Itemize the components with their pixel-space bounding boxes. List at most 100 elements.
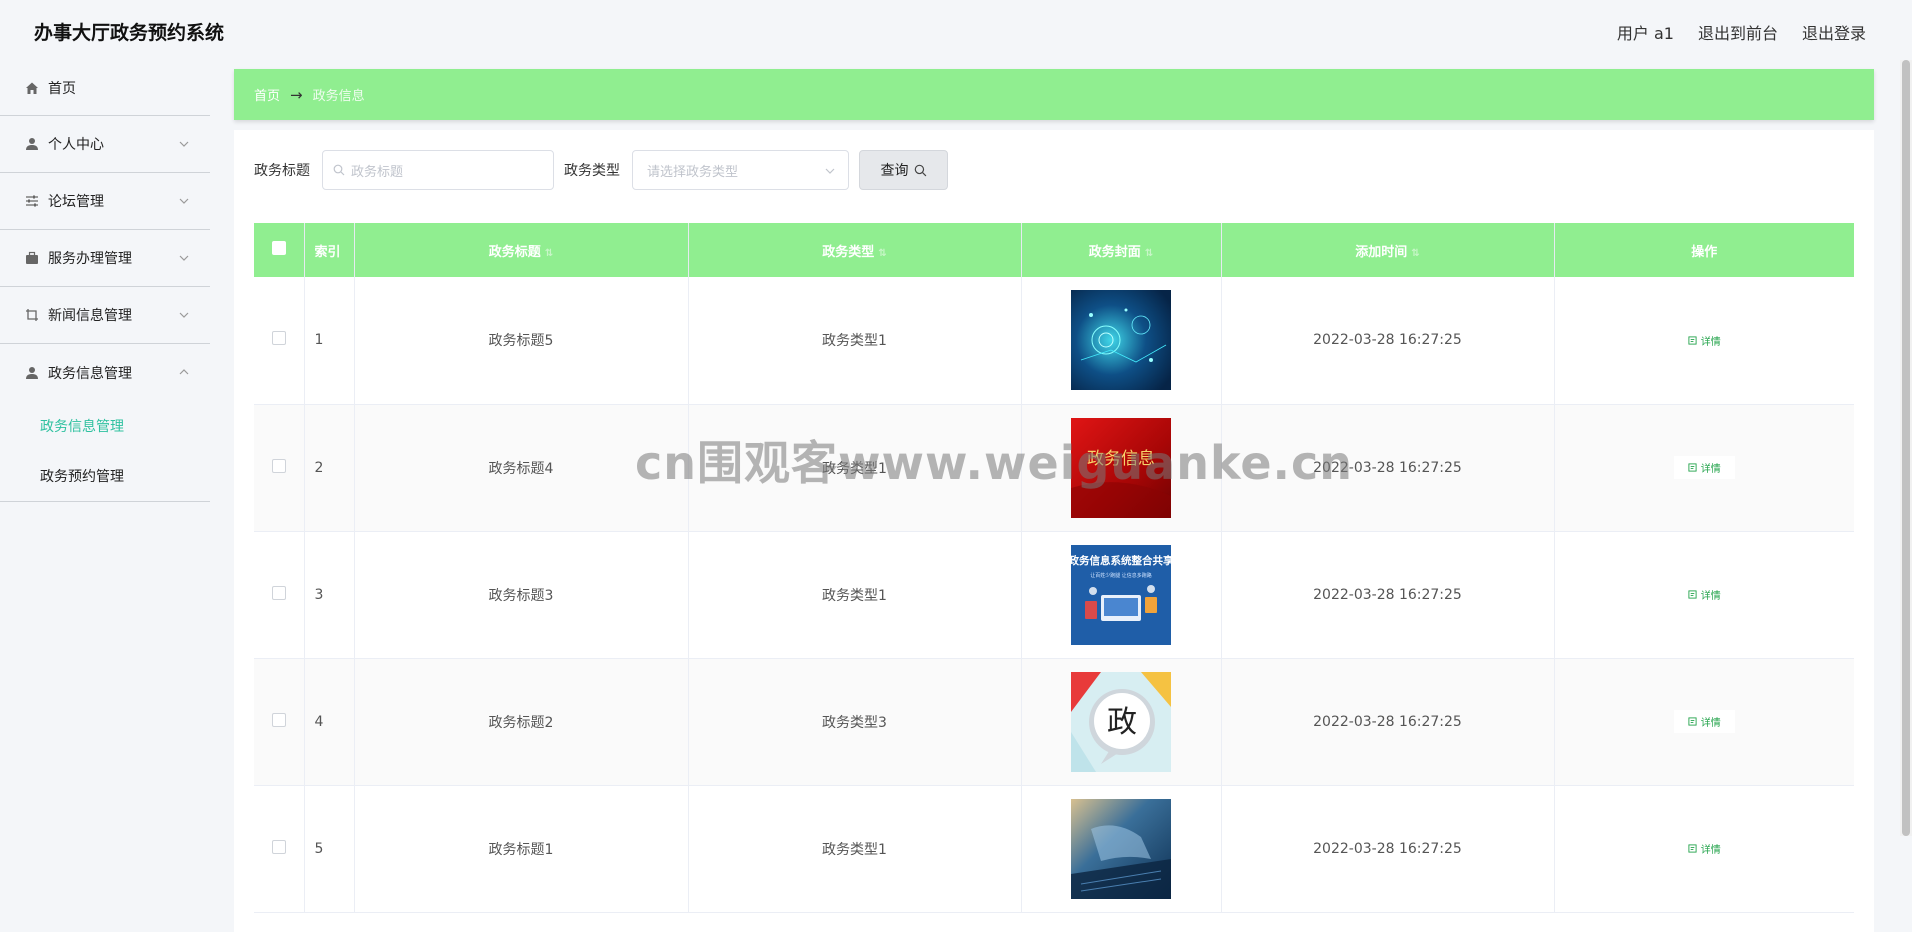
cover-blue-title: 政务信息系统整合共享 <box>1071 554 1171 567</box>
row-select-cell <box>254 404 305 532</box>
sidebar-item-label: 服务办理管理 <box>48 251 132 267</box>
sidebar-item-home[interactable]: 首页 <box>0 60 210 116</box>
sidebar-item-gov-info[interactable]: 政务信息管理 <box>0 344 210 401</box>
column-header-index: 索引 <box>304 223 355 277</box>
title-search-label: 政务标题 <box>254 163 310 179</box>
row-checkbox[interactable] <box>271 331 286 346</box>
table-row: 3 政务标题3 政务类型1 政务信息系统整合共享 让百姓少跑腿 让信息多跑路 2… <box>254 531 1854 659</box>
back-to-front-link[interactable]: 退出到前台 <box>1698 20 1778 44</box>
chevron-down-icon <box>179 255 189 261</box>
person-icon <box>24 365 40 381</box>
row-title: 政务标题1 <box>354 785 689 913</box>
sidebar-item-label: 论坛管理 <box>48 194 104 210</box>
column-header-time[interactable]: 添加时间 ⇅ <box>1221 223 1555 277</box>
row-select-cell <box>254 785 305 913</box>
person-icon <box>24 136 40 152</box>
watermark: cn围观客www.weiguanke.cn <box>635 436 1354 490</box>
row-cover-cell <box>1021 277 1222 405</box>
column-header-type[interactable]: 政务类型 ⇅ <box>688 223 1022 277</box>
top-bar: 办事大厅政务预约系统 用户 a1 退出到前台 退出登录 <box>0 0 1912 60</box>
sliders-icon <box>24 193 40 209</box>
row-cover-cell: 政务信息系统整合共享 让百姓少跑腿 让信息多跑路 <box>1021 531 1222 659</box>
cover-image-keyboard-hands <box>1071 798 1171 899</box>
row-cover-cell: 政 <box>1021 658 1222 786</box>
sidebar-item-personal-center[interactable]: 个人中心 <box>0 116 210 173</box>
row-time: 2022-03-28 16:27:25 <box>1221 531 1555 659</box>
document-icon <box>1688 844 1697 853</box>
sidebar-item-forum[interactable]: 论坛管理 <box>0 173 210 230</box>
detail-button[interactable]: 详情 <box>1673 328 1735 352</box>
sort-icon: ⇅ <box>878 247 887 259</box>
row-index: 4 <box>304 658 355 786</box>
title-search-placeholder: 政务标题 <box>351 164 404 180</box>
arrow-right-icon: → <box>290 85 303 104</box>
sort-icon: ⇅ <box>544 247 554 259</box>
cover-bubble-char: 政 <box>1107 705 1137 740</box>
table-row: 4 政务标题2 政务类型3 政 2022-03-28 16:27:25 详情 <box>254 658 1854 786</box>
briefcase-icon <box>24 250 40 266</box>
select-all-checkbox[interactable] <box>271 241 286 255</box>
sidebar-item-service[interactable]: 服务办理管理 <box>0 230 210 287</box>
document-icon <box>1688 590 1697 599</box>
row-time: 2022-03-28 16:27:25 <box>1221 658 1555 786</box>
document-icon <box>1688 463 1697 472</box>
row-checkbox[interactable] <box>271 839 286 854</box>
row-type: 政务类型1 <box>688 785 1022 913</box>
row-action-cell: 详情 <box>1554 277 1854 405</box>
column-header-cover[interactable]: 政务封面 ⇅ <box>1021 223 1222 277</box>
chevron-down-icon <box>179 141 189 147</box>
cover-image-tech-network <box>1071 290 1171 391</box>
query-button[interactable]: 查询 <box>859 150 948 190</box>
type-select[interactable]: 请选择政务类型 <box>632 150 849 190</box>
column-header-title[interactable]: 政务标题 ⇅ <box>354 223 689 277</box>
row-select-cell <box>254 531 305 659</box>
scrollbar-thumb[interactable] <box>1902 60 1910 836</box>
detail-button[interactable]: 详情 <box>1673 837 1735 860</box>
row-time: 2022-03-28 16:27:25 <box>1221 277 1555 405</box>
detail-button[interactable]: 详情 <box>1673 710 1735 733</box>
sidebar-item-label: 首页 <box>48 80 76 97</box>
search-bar: 政务标题 政务标题 政务类型 请选择政务类型 查询 <box>254 150 948 190</box>
row-index: 5 <box>304 785 355 913</box>
row-select-cell <box>254 277 305 405</box>
document-icon <box>1688 717 1697 726</box>
detail-button[interactable]: 详情 <box>1673 583 1735 606</box>
sort-icon: ⇅ <box>1144 247 1154 259</box>
table-header-row: 索引 政务标题 ⇅ 政务类型 ⇅ 政务封面 ⇅ 添加时间 ⇅ 操作 <box>254 223 1854 277</box>
sidebar-subitem-gov-info[interactable]: 政务信息管理 <box>0 401 210 451</box>
row-checkbox[interactable] <box>271 712 286 727</box>
cover-image-blue-poster: 政务信息系统整合共享 让百姓少跑腿 让信息多跑路 <box>1071 544 1171 645</box>
sidebar-subitem-gov-appointment[interactable]: 政务预约管理 <box>0 451 210 501</box>
chevron-up-icon <box>179 369 189 375</box>
row-action-cell: 详情 <box>1554 658 1854 786</box>
row-cover-cell <box>1021 785 1222 913</box>
row-title: 政务标题5 <box>354 277 689 405</box>
column-header-action: 操作 <box>1691 244 1718 260</box>
detail-button[interactable]: 详情 <box>1673 456 1735 479</box>
row-type: 政务类型1 <box>688 277 1022 405</box>
top-actions: 用户 a1 退出到前台 退出登录 <box>1617 20 1866 44</box>
row-checkbox[interactable] <box>271 585 286 600</box>
select-all-header <box>254 223 305 277</box>
breadcrumb: 首页 → 政务信息 <box>234 69 1874 120</box>
row-index: 2 <box>304 404 355 532</box>
app-title: 办事大厅政务预约系统 <box>34 22 225 44</box>
sort-icon: ⇅ <box>1411 247 1420 259</box>
title-search-input[interactable]: 政务标题 <box>322 150 554 190</box>
table-row: 1 政务标题5 政务类型1 2022-03-28 16:27:25 详情 <box>254 277 1854 405</box>
chevron-down-icon <box>825 168 835 174</box>
gov-info-table: 索引 政务标题 ⇅ 政务类型 ⇅ 政务封面 ⇅ 添加时间 ⇅ 操作 1 政务标题5 政务… <box>254 223 1854 913</box>
chevron-down-icon <box>179 312 189 318</box>
row-checkbox[interactable] <box>271 458 286 473</box>
sidebar-item-label: 新闻信息管理 <box>48 308 132 324</box>
sidebar-item-label: 政务信息管理 <box>48 365 132 382</box>
sidebar-item-news[interactable]: 新闻信息管理 <box>0 287 210 344</box>
row-title: 政务标题3 <box>354 531 689 659</box>
logout-link[interactable]: 退出登录 <box>1802 20 1866 44</box>
main-content: 首页 → 政务信息 政务标题 政务标题 政务类型 请选择政务类型 查询 索引 政… <box>234 69 1874 932</box>
content-panel: 政务标题 政务标题 政务类型 请选择政务类型 查询 索引 政务标题 ⇅ 政务类型… <box>234 130 1874 932</box>
breadcrumb-home[interactable]: 首页 <box>254 85 280 104</box>
chevron-down-icon <box>179 198 189 204</box>
page-scrollbar[interactable] <box>1900 60 1912 836</box>
row-time: 2022-03-28 16:27:25 <box>1221 785 1555 913</box>
